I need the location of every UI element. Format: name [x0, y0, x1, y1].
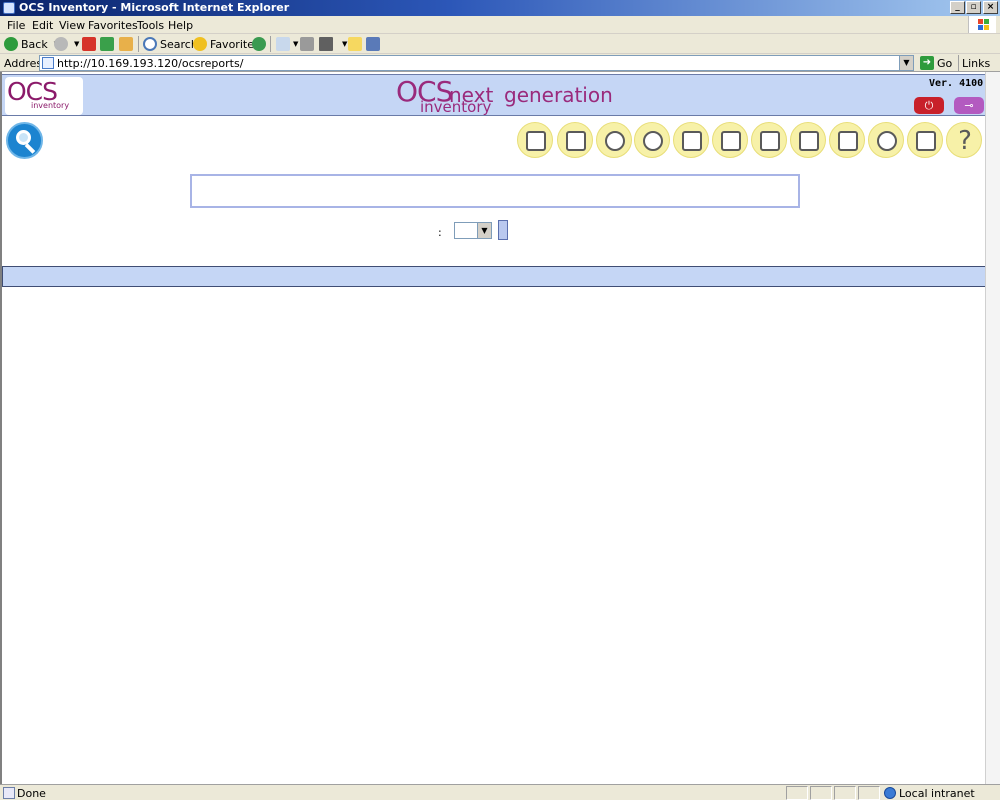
menu-favorites[interactable]: Favorites	[88, 19, 138, 32]
mail-icon	[276, 37, 290, 51]
database-icon[interactable]	[712, 122, 748, 158]
history-icon	[252, 37, 266, 51]
forward-arrow-icon	[54, 37, 68, 51]
admin-key-button[interactable]: ⊸	[954, 97, 984, 114]
printer-icon	[300, 37, 314, 51]
star-icon	[193, 37, 207, 51]
status-panel	[834, 786, 856, 800]
search-panel	[190, 174, 800, 208]
page-content: OCS inventory OCS next inventory generat…	[0, 72, 1000, 784]
gift-icon[interactable]	[517, 122, 553, 158]
favorites-button[interactable]: Favorites	[193, 36, 260, 52]
toolbar: Back ▼ ▼ Search Favorites	[0, 34, 1000, 54]
magnifier-icon	[143, 37, 157, 51]
forward-button[interactable]: ▼	[54, 36, 79, 52]
window-title: OCS Inventory - Microsoft Internet Explo…	[19, 1, 290, 14]
address-dropdown-icon[interactable]: ▼	[899, 56, 913, 70]
home-button[interactable]	[119, 36, 136, 52]
gears-icon[interactable]	[634, 122, 670, 158]
logout-button[interactable]: ⏻	[914, 97, 944, 114]
search-button[interactable]: Search	[143, 36, 198, 52]
menu-view[interactable]: View	[59, 19, 85, 32]
discuss-button[interactable]	[348, 36, 365, 52]
menu-file[interactable]: File	[7, 19, 25, 32]
version-label: Ver. 4100	[929, 78, 984, 89]
address-url[interactable]: http://10.169.193.120/ocsreports/	[57, 57, 243, 70]
search-magnifier-icon[interactable]	[6, 122, 43, 159]
edit-button[interactable]: ▼	[319, 36, 347, 52]
page-icon	[42, 57, 54, 69]
edit-dropdown-icon[interactable]: ▼	[342, 40, 347, 48]
links-label: Links	[962, 57, 991, 70]
status-panel	[786, 786, 808, 800]
messenger-icon	[366, 37, 380, 51]
messenger-button[interactable]	[366, 36, 383, 52]
security-zone: Local intranet	[899, 787, 975, 800]
minimize-button[interactable]: _	[950, 1, 965, 14]
banner-inventory: inventory	[420, 98, 492, 116]
maximize-button[interactable]: ▫	[966, 1, 981, 14]
forward-dropdown-icon[interactable]: ▼	[74, 40, 79, 48]
menu-bar: File Edit View Favorites Tools Help	[0, 16, 1000, 34]
address-input[interactable]: http://10.169.193.120/ocsreports/ ▼	[39, 55, 914, 71]
menu-edit[interactable]: Edit	[32, 19, 53, 32]
back-button[interactable]: Back ▼	[4, 36, 59, 52]
history-button[interactable]	[252, 36, 269, 52]
go-button[interactable]: ➜ Go	[920, 56, 952, 70]
help-glyph: ?	[958, 126, 972, 156]
stop-button[interactable]	[82, 36, 99, 52]
ie-window: OCS Inventory - Microsoft Internet Explo…	[0, 0, 1000, 800]
go-arrow-icon: ➜	[920, 56, 934, 70]
back-label: Back	[21, 37, 48, 51]
ocs-header: OCS inventory OCS next inventory generat…	[2, 74, 1000, 116]
result-header-bar	[2, 266, 988, 287]
print-button[interactable]	[300, 36, 317, 52]
status-text: Done	[17, 787, 46, 800]
intranet-globe-icon	[884, 787, 896, 799]
wrench-icon[interactable]	[673, 122, 709, 158]
title-bar: OCS Inventory - Microsoft Internet Explo…	[0, 0, 1000, 16]
go-label: Go	[937, 56, 953, 70]
refresh-button[interactable]	[100, 36, 117, 52]
address-bar: Address http://10.169.193.120/ocsreports…	[0, 54, 1000, 83]
stop-icon	[82, 37, 96, 51]
select-colon: :	[438, 226, 442, 239]
banner-generation: generation	[504, 83, 613, 107]
submit-button[interactable]	[498, 220, 508, 240]
home-icon	[119, 37, 133, 51]
ie-app-icon	[3, 2, 15, 14]
scroll-icon[interactable]	[829, 122, 865, 158]
back-arrow-icon	[4, 37, 18, 51]
select-dropdown-icon[interactable]: ▼	[477, 223, 491, 238]
ocs-logo[interactable]: OCS inventory	[5, 77, 83, 115]
status-panel	[858, 786, 880, 800]
agent-alt-icon[interactable]	[868, 122, 904, 158]
back-screen-icon[interactable]	[907, 122, 943, 158]
menu-tools[interactable]: Tools	[137, 19, 164, 32]
edit-page-icon	[319, 37, 333, 51]
wallet-icon[interactable]	[790, 122, 826, 158]
status-panel	[810, 786, 832, 800]
close-button[interactable]: ×	[983, 1, 998, 14]
status-bar: Done Local intranet	[0, 784, 1000, 800]
ocs-logo-subtitle: inventory	[31, 101, 70, 110]
factory-icon[interactable]	[557, 122, 593, 158]
agent-icon[interactable]	[596, 122, 632, 158]
windows-logo-icon	[968, 16, 996, 33]
documents-icon[interactable]	[751, 122, 787, 158]
filter-select[interactable]: ▼	[454, 222, 492, 239]
mail-button[interactable]: ▼	[276, 36, 298, 52]
vertical-scrollbar[interactable]	[985, 72, 1000, 784]
menu-help[interactable]: Help	[168, 19, 193, 32]
page-done-icon	[3, 787, 15, 799]
discuss-icon	[348, 37, 362, 51]
refresh-icon	[100, 37, 114, 51]
help-icon[interactable]: ?	[946, 122, 982, 158]
mail-dropdown-icon[interactable]: ▼	[293, 40, 298, 48]
